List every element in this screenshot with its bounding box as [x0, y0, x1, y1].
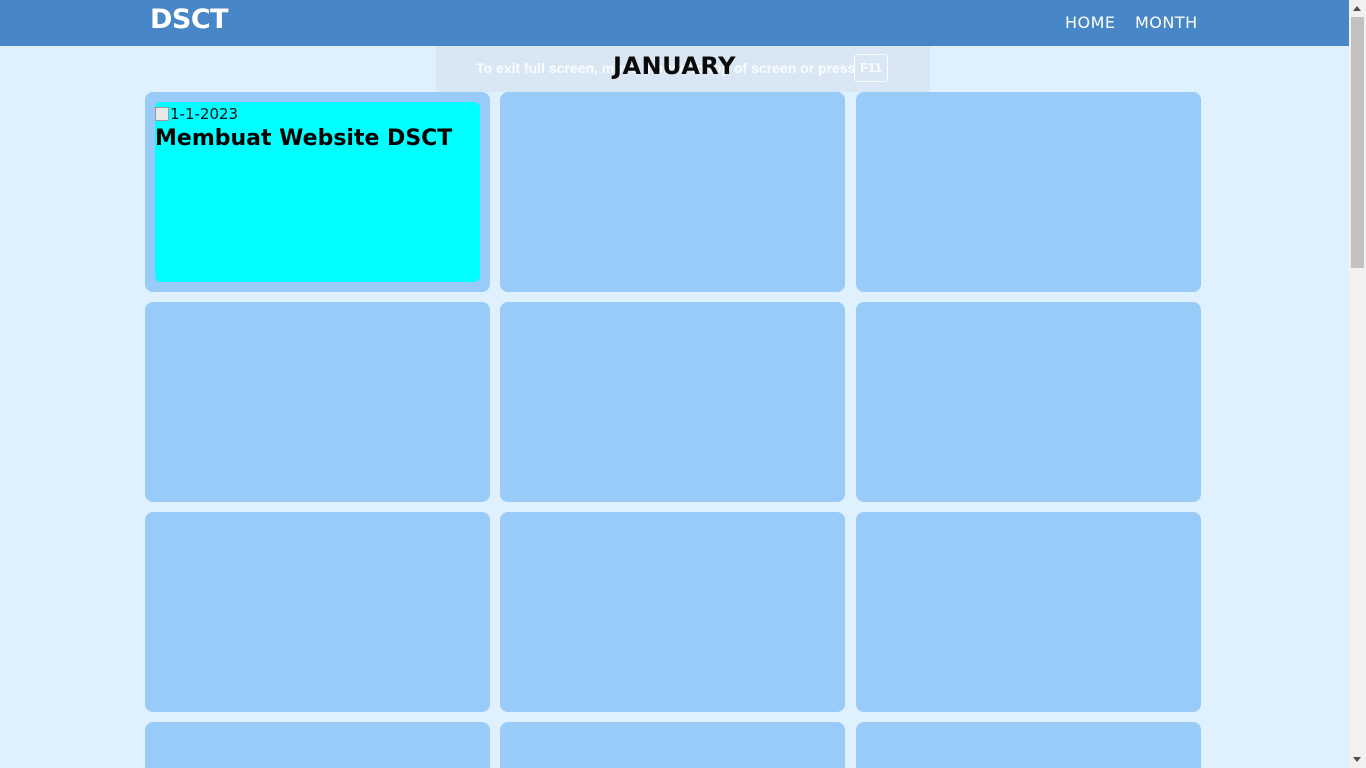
scroll-down-arrow-icon[interactable]	[1353, 757, 1361, 762]
month-title: JANUARY	[613, 52, 736, 80]
day-card[interactable]	[856, 302, 1201, 502]
day-grid: 1-1-2023 Membuat Website DSCT	[145, 92, 1201, 768]
event-image: 1-1-2023	[155, 105, 238, 123]
nav-home-link[interactable]: HOME	[1065, 13, 1116, 32]
event-image-alt: 1-1-2023	[170, 105, 239, 123]
day-card[interactable]	[856, 512, 1201, 712]
broken-image-icon	[155, 107, 169, 121]
day-card[interactable]	[145, 302, 490, 502]
site-logo[interactable]: DSCT	[150, 4, 229, 35]
day-card[interactable]	[145, 722, 490, 768]
scrollbar-thumb[interactable]	[1351, 17, 1364, 268]
day-card[interactable]	[856, 92, 1201, 292]
vertical-scrollbar[interactable]	[1349, 0, 1366, 768]
event-title: Membuat Website DSCT	[155, 126, 453, 151]
day-card[interactable]	[500, 722, 845, 768]
event-card[interactable]: 1-1-2023 Membuat Website DSCT	[155, 102, 480, 282]
top-navbar: DSCT HOME MONTH	[0, 0, 1349, 46]
nav-month-link[interactable]: MONTH	[1135, 13, 1198, 32]
scroll-up-arrow-icon[interactable]	[1353, 6, 1361, 11]
day-card[interactable]	[500, 512, 845, 712]
day-card[interactable]: 1-1-2023 Membuat Website DSCT	[145, 92, 490, 292]
day-card[interactable]	[500, 302, 845, 502]
day-card[interactable]	[500, 92, 845, 292]
day-card[interactable]	[856, 722, 1201, 768]
day-card[interactable]	[145, 512, 490, 712]
